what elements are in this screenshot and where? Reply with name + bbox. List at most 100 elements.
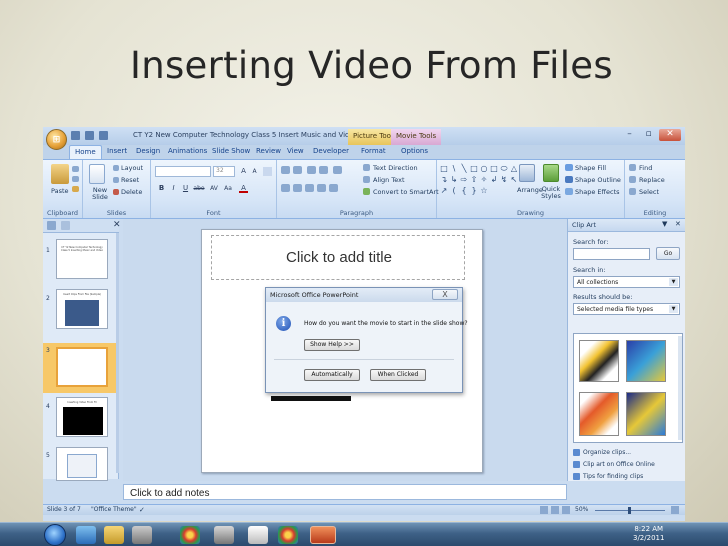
clip-media-image[interactable] [626,340,666,382]
strikethrough-button[interactable]: abe [193,184,205,193]
office-button[interactable]: ⊞ [46,129,67,150]
slideshow-view-icon[interactable] [562,506,570,514]
fit-to-window-icon[interactable] [671,506,679,514]
shape-item[interactable]: ↳ [450,175,458,184]
bold-button[interactable]: B [157,184,166,193]
reset-button[interactable]: Reset [121,176,139,184]
align-center-icon[interactable] [293,184,302,192]
align-right-icon[interactable] [305,184,314,192]
grow-font-button[interactable]: A [239,167,248,176]
arrange-icon[interactable] [519,164,535,182]
show-help-button[interactable]: Show Help >> [304,339,360,351]
shrink-font-button[interactable]: A [250,167,259,176]
clip-pattern-image[interactable] [626,392,666,436]
find-button[interactable]: Find [639,164,652,172]
format-painter-icon[interactable] [72,186,79,192]
shape-fill-button[interactable]: Shape Fill [575,164,606,172]
shape-outline-button[interactable]: Shape Outline [575,176,621,184]
tab-format[interactable]: Format [361,147,386,155]
tab-view[interactable]: View [287,147,304,155]
organize-clips-link[interactable]: Organize clips... [573,449,631,456]
increase-indent-icon[interactable] [319,166,328,174]
thumbnail-1[interactable]: CT Y2 New Computer Technology Class 5 In… [56,239,108,279]
justify-icon[interactable] [317,184,326,192]
outline-tab-icon[interactable] [61,221,70,230]
go-button[interactable]: Go [656,247,680,260]
clip-search-input[interactable] [573,248,650,260]
chrome-icon[interactable] [180,526,200,544]
system-clock[interactable]: 8:22 AM 3/2/2011 [633,525,664,543]
tab-slide-show[interactable]: Slide Show [212,147,250,155]
tab-options[interactable]: Options [401,147,428,155]
thumbnail-5[interactable] [56,447,108,481]
dialog-close-button[interactable]: X [432,289,458,300]
media-type-select[interactable]: Selected media file types ▼ [573,303,680,315]
numbering-icon[interactable] [293,166,302,174]
shape-item[interactable]: □ [490,164,498,173]
pane-close-icon[interactable]: ✕ [675,220,681,228]
shape-item[interactable]: ✧ [480,175,488,184]
convert-smartart-button[interactable]: Convert to SmartArt [373,188,439,196]
close-pane-icon[interactable]: ✕ [113,220,121,230]
italic-button[interactable]: I [169,184,178,193]
notes-pane[interactable]: Click to add notes [123,484,567,500]
shape-item[interactable]: □ [440,164,448,173]
shape-item[interactable]: ↗ [440,186,448,195]
shapes-gallery[interactable]: □ \ ╲ □ ○ □ ⬭ △ ↴ ↳ ⇨ ⇧ ✧ ↲ ↯ ↖ ↗ ( { } [440,164,520,195]
bullets-icon[interactable] [281,166,290,174]
tab-home[interactable]: Home [69,145,102,159]
shape-item[interactable]: { [460,186,468,195]
clip-sketch-image[interactable] [579,392,619,436]
shape-item[interactable]: ↲ [490,175,498,184]
shape-item[interactable]: ⇨ [460,175,468,184]
shape-item[interactable]: ⬭ [500,164,508,173]
font-name-input[interactable] [155,166,211,177]
clear-formatting-icon[interactable] [263,167,272,176]
arrange-button[interactable]: Arrange [517,186,543,194]
quick-styles-icon[interactable] [543,164,559,182]
chrome-window-icon[interactable] [278,526,298,544]
office-online-link[interactable]: Clip art on Office Online [573,461,655,468]
shape-item[interactable]: ╲ [460,164,468,173]
shape-effects-button[interactable]: Shape Effects [575,188,620,196]
tab-review[interactable]: Review [256,147,281,155]
tab-developer[interactable]: Developer [313,147,349,155]
character-spacing-button[interactable]: AV [209,184,219,193]
text-direction-button[interactable]: Text Direction [373,164,418,172]
when-clicked-button[interactable]: When Clicked [370,369,426,381]
tab-design[interactable]: Design [136,147,160,155]
tab-animations[interactable]: Animations [168,147,207,155]
slides-tab-icon[interactable] [47,221,56,230]
thumbnail-4[interactable]: Inserting Video From Fil [56,397,108,437]
layout-button[interactable]: Layout [121,164,143,172]
close-button[interactable]: ✕ [659,129,681,141]
thumbnail-2[interactable]: Insert Clips From File (Sample) [56,289,108,329]
quick-styles-button[interactable]: Quick Styles [541,186,561,200]
font-size-input[interactable]: 32 [213,166,235,177]
powerpoint-task-icon[interactable] [310,526,336,544]
new-slide-button[interactable]: New Slide [87,187,113,201]
shape-item[interactable]: △ [510,164,518,173]
tips-link[interactable]: Tips for finding clips [573,473,643,480]
shape-item[interactable]: □ [470,164,478,173]
ie-icon[interactable] [76,526,96,544]
media-player-icon[interactable] [132,526,152,544]
results-scrollbar[interactable] [678,336,682,440]
redo-icon[interactable] [99,131,108,140]
shape-item[interactable]: ↯ [500,175,508,184]
title-placeholder[interactable]: Click to add title [211,235,465,280]
save-icon[interactable] [71,131,80,140]
slide-thumbnail-selected[interactable]: 3 [43,343,116,393]
normal-view-icon[interactable] [540,506,548,514]
automatically-button[interactable]: Automatically [304,369,360,381]
paste-icon[interactable] [51,164,69,184]
shape-item[interactable]: \ [450,164,458,173]
paste-button[interactable]: Paste [51,187,69,195]
shape-item[interactable]: ○ [480,164,488,173]
spellcheck-icon[interactable]: ✓ [139,506,145,514]
shape-item[interactable]: ↖ [510,175,518,184]
slides-pane-scrollbar[interactable] [116,233,119,473]
line-spacing-icon[interactable] [333,166,342,174]
underline-button[interactable]: U [181,184,190,193]
explorer-icon[interactable] [104,526,124,544]
